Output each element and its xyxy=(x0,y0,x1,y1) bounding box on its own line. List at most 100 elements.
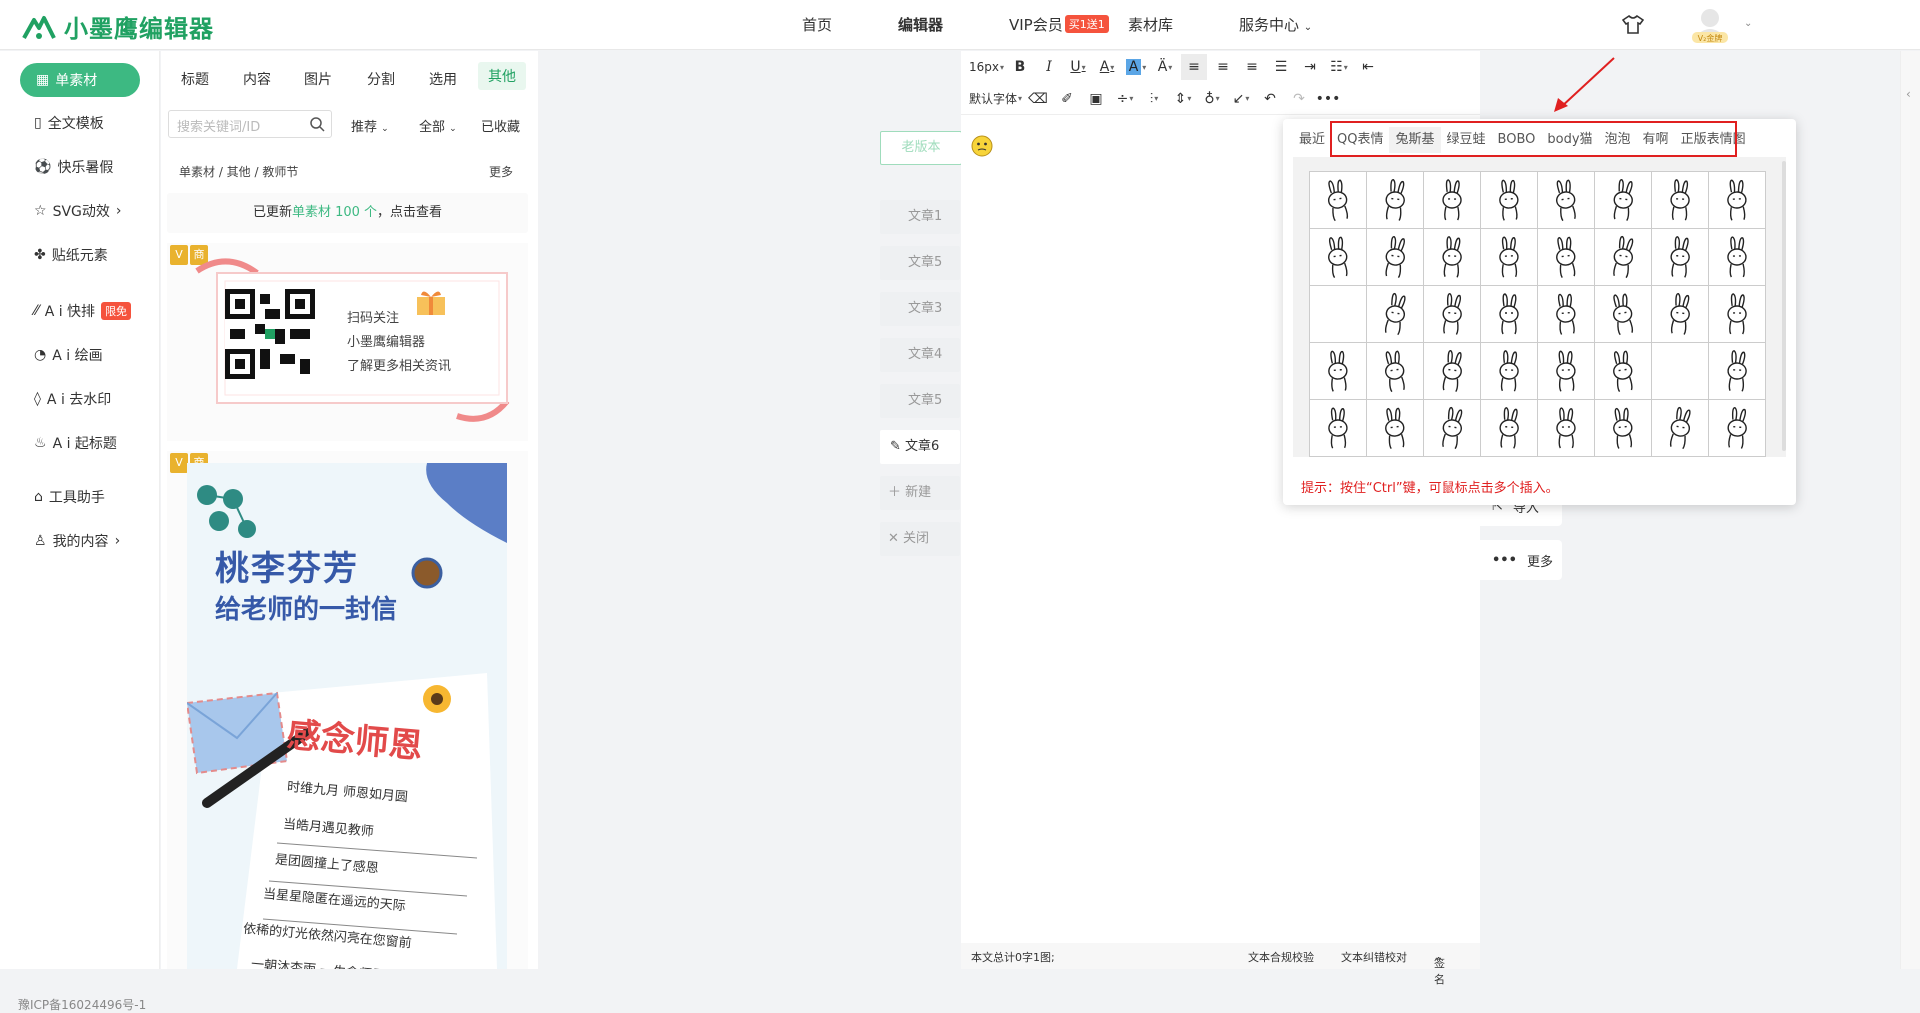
article-tab[interactable]: 文章5 xyxy=(880,384,960,418)
highlight-color-icon[interactable]: A ▾ xyxy=(1123,54,1149,80)
sidebar-item-ai-watermark[interactable]: ◊ A i 去水印 xyxy=(34,389,111,409)
align-left-icon[interactable]: ≡ xyxy=(1181,54,1208,80)
nav-home[interactable]: 首页 xyxy=(802,14,832,35)
article-tab[interactable]: 文章1 xyxy=(880,200,960,234)
emoji-cell[interactable] xyxy=(1424,286,1481,343)
sidebar-item-my-content[interactable]: ♙ 我的内容 › xyxy=(34,531,120,551)
sidebar-item-ai-draw[interactable]: ◔ A i 绘画 xyxy=(34,345,103,365)
update-notice[interactable]: 已更新单素材 100 个，点击查看 xyxy=(167,193,528,233)
undo-icon[interactable]: ↶ xyxy=(1257,86,1283,112)
paragraph-spacing-icon[interactable]: ⇕ ▾ xyxy=(1170,86,1196,112)
indent-icon[interactable]: ⇥ xyxy=(1297,54,1323,80)
emoji-cell[interactable] xyxy=(1310,343,1367,400)
new-article-button[interactable]: ＋ 新建 xyxy=(880,476,960,510)
image-icon[interactable]: ▣ xyxy=(1083,86,1109,112)
font-size-select[interactable]: 16px ▾ xyxy=(969,54,1004,80)
emoji-cell[interactable] xyxy=(1481,229,1538,286)
font-color-icon[interactable]: A ▾ xyxy=(1094,54,1120,80)
nav-service[interactable]: 服务中心 ⌄ xyxy=(1239,14,1312,35)
line-height-icon[interactable]: ☷ ▾ xyxy=(1326,54,1352,80)
filter-favorites[interactable]: 已收藏 xyxy=(481,116,520,135)
emoji-cell[interactable] xyxy=(1709,286,1766,343)
format-painter-icon[interactable]: ✐ xyxy=(1054,86,1080,112)
emoji-cell[interactable] xyxy=(1481,286,1538,343)
redo-icon[interactable]: ↷ xyxy=(1286,86,1312,112)
right-collapse-strip[interactable]: ‹ xyxy=(1900,51,1920,969)
old-version-button[interactable]: 老版本 xyxy=(880,131,962,165)
skin-shirt-icon[interactable] xyxy=(1622,14,1644,34)
proofread-check[interactable]: 文本纠错校对 xyxy=(1341,949,1407,965)
emoji-cell[interactable] xyxy=(1709,229,1766,286)
filter-all[interactable]: 全部 ⌄ xyxy=(419,116,457,135)
bold-icon[interactable]: B xyxy=(1007,54,1033,80)
compliance-check[interactable]: 文本合规校验 xyxy=(1248,949,1314,965)
emoji-cell[interactable] xyxy=(1538,343,1595,400)
breadcrumb[interactable]: 单素材 / 其他 / 教师节 xyxy=(179,163,298,180)
material-card-qrcode[interactable]: V 商 扫码关注 小墨鹰编辑器 了解更多相关资讯 xyxy=(167,243,528,441)
emoji-cell[interactable] xyxy=(1652,286,1709,343)
clear-format-icon[interactable]: ↙ ▾ xyxy=(1228,86,1254,112)
more-dots-icon[interactable]: ••• xyxy=(1315,86,1341,112)
more-button[interactable]: ••• 更多 xyxy=(1480,540,1562,580)
emoji-cell[interactable] xyxy=(1709,400,1766,457)
emoji-tab[interactable]: 最近 xyxy=(1293,127,1331,153)
search-icon[interactable] xyxy=(309,116,325,132)
search-input[interactable]: 搜索关键词/ID xyxy=(177,116,260,135)
emoji-cell[interactable] xyxy=(1424,400,1481,457)
chevron-down-icon[interactable]: ⌄ xyxy=(1744,18,1752,29)
emoji-cell[interactable] xyxy=(1367,400,1424,457)
more-link[interactable]: 更多 xyxy=(489,163,513,180)
article-tab[interactable]: 文章4 xyxy=(880,338,960,372)
sidebar-item-summer[interactable]: ⚽ 快乐暑假 xyxy=(34,157,113,177)
scrollbar[interactable] xyxy=(1782,161,1786,451)
emoji-cell[interactable] xyxy=(1595,286,1652,343)
sidebar-item-templates[interactable]: ▯ 全文模板 xyxy=(34,113,104,133)
emoji-cell[interactable] xyxy=(1709,172,1766,229)
category-tab[interactable]: 标题 xyxy=(181,69,209,89)
emoji-cell[interactable] xyxy=(1652,229,1709,286)
category-tab[interactable]: 选用 xyxy=(429,69,457,89)
sidebar-item-ai-layout[interactable]: ⁄⁄ A i 快排 限免 xyxy=(34,301,132,321)
divider-icon[interactable]: ÷ ▾ xyxy=(1112,86,1138,112)
emoji-bulb-icon[interactable]: ♁ ▾ xyxy=(1199,86,1225,112)
material-search[interactable]: 搜索关键词/ID xyxy=(168,110,332,138)
emoji-cell[interactable] xyxy=(1709,343,1766,400)
emoji-cell[interactable] xyxy=(1310,286,1367,343)
emoji-cell[interactable] xyxy=(1481,400,1538,457)
italic-icon[interactable]: I xyxy=(1036,54,1062,80)
emoji-cell[interactable] xyxy=(1481,172,1538,229)
nav-materials[interactable]: 素材库 xyxy=(1128,14,1173,35)
eraser-icon[interactable]: ⌫ xyxy=(1025,86,1051,112)
sidebar-item-stickers[interactable]: ✤ 贴纸元素 xyxy=(34,245,108,265)
inserted-emoji[interactable] xyxy=(971,135,993,157)
filter-recommend[interactable]: 推荐 ⌄ xyxy=(351,116,389,135)
category-tab[interactable]: 内容 xyxy=(243,69,271,89)
sidebar-item-svg[interactable]: ☆ SVG动效 › xyxy=(34,201,121,221)
emoji-cell[interactable] xyxy=(1310,172,1367,229)
spacing-icon[interactable]: ⫶ ▾ xyxy=(1141,86,1167,112)
align-right-icon[interactable]: ≡ xyxy=(1239,54,1265,80)
emoji-cell[interactable] xyxy=(1595,229,1652,286)
emoji-cell[interactable] xyxy=(1367,343,1424,400)
emoji-cell[interactable] xyxy=(1424,229,1481,286)
close-article-button[interactable]: ✕ 关闭 xyxy=(880,522,960,556)
category-tab[interactable]: 图片 xyxy=(304,69,332,89)
icp-record[interactable]: 豫ICP备16024496号-1 xyxy=(18,996,146,1013)
emoji-cell[interactable] xyxy=(1424,343,1481,400)
material-card-teacher-letter[interactable]: V 商 桃李芬芳 给老师的一封信 感念师恩 时维九月 师恩如月圆 当皓月遇见教师… xyxy=(167,451,528,969)
emoji-cell[interactable] xyxy=(1367,172,1424,229)
align-center-icon[interactable]: ≡ xyxy=(1210,54,1236,80)
nav-editor[interactable]: 编辑器 xyxy=(898,14,943,35)
underline-icon[interactable]: U ▾ xyxy=(1065,54,1091,80)
emoji-cell[interactable] xyxy=(1538,286,1595,343)
emoji-cell[interactable] xyxy=(1538,172,1595,229)
category-tab[interactable]: 分割 xyxy=(367,69,395,89)
emoji-cell[interactable] xyxy=(1367,229,1424,286)
font-family-select[interactable]: 默认字体 ▾ xyxy=(969,86,1022,112)
category-tab-active[interactable]: 其他 xyxy=(478,62,526,90)
emoji-cell[interactable] xyxy=(1538,229,1595,286)
exit-icon[interactable]: ⇤ xyxy=(1355,54,1381,80)
article-tab[interactable]: 文章5 xyxy=(880,246,960,280)
emoji-cell[interactable] xyxy=(1424,172,1481,229)
emoji-cell[interactable] xyxy=(1652,172,1709,229)
